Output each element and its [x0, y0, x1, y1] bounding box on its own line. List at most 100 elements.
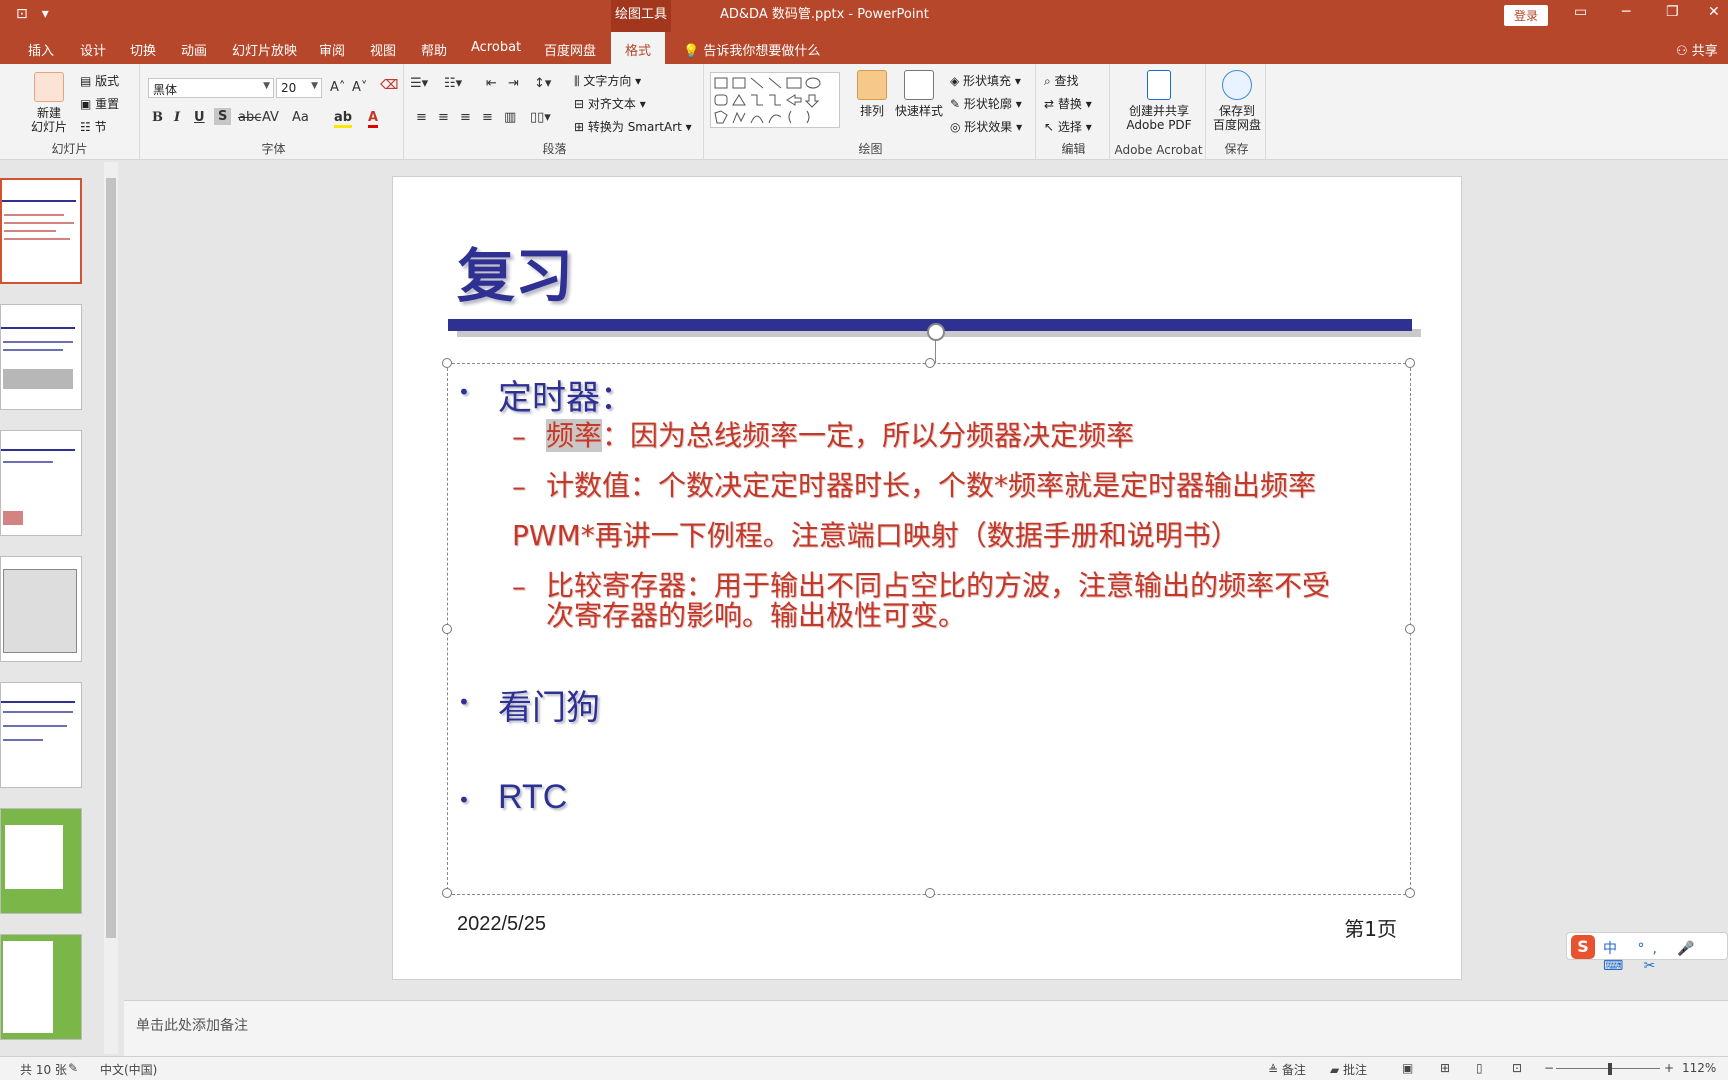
slide-title[interactable]: 复习 [457, 229, 573, 313]
distributed-icon[interactable]: ▥ [504, 110, 516, 125]
share-button[interactable]: ⚇ 共享 [1676, 40, 1718, 59]
tab-acrobat[interactable]: Acrobat [471, 40, 521, 55]
tab-review[interactable]: 审阅 [319, 40, 345, 59]
strikethrough-icon[interactable]: abc [238, 110, 261, 125]
align-center-icon[interactable]: ≡ [438, 110, 449, 125]
new-slide-button[interactable]: 新建 幻灯片 [22, 72, 76, 134]
tab-view[interactable]: 视图 [370, 40, 396, 59]
resize-handle-l[interactable] [442, 624, 452, 634]
tab-design[interactable]: 设计 [80, 40, 106, 59]
align-text-button[interactable]: ⊟ 对齐文本 ▾ [574, 95, 646, 112]
align-right-icon[interactable]: ≡ [460, 110, 471, 125]
slideshow-view-icon[interactable]: ⊡ [1512, 1061, 1522, 1075]
zoom-slider-thumb[interactable] [1608, 1063, 1612, 1075]
slide-thumbnail-7[interactable] [0, 934, 82, 1040]
clear-formatting-icon[interactable]: ⌫ [380, 78, 398, 93]
change-case-icon[interactable]: Aa [292, 110, 309, 125]
notes-toggle[interactable]: ≜ 备注 [1268, 1061, 1306, 1078]
normal-view-icon[interactable]: ▣ [1402, 1061, 1413, 1075]
increase-font-icon[interactable]: A˄ [330, 80, 345, 95]
zoom-in-icon[interactable]: + [1664, 1061, 1674, 1075]
tab-insert[interactable]: 插入 [28, 40, 54, 59]
text-shadow-icon[interactable]: S [214, 108, 232, 125]
italic-icon[interactable]: I [174, 110, 180, 125]
tab-baidu[interactable]: 百度网盘 [544, 40, 596, 59]
shape-outline-button[interactable]: ✎ 形状轮廓 ▾ [950, 95, 1022, 112]
slide-thumbnail-3[interactable] [0, 430, 82, 536]
underline-icon[interactable]: U [194, 110, 205, 125]
numbering-icon[interactable]: ☷▾ [444, 76, 462, 91]
slide-page-number[interactable]: 第1页 [1344, 913, 1397, 942]
decrease-font-icon[interactable]: A˅ [352, 80, 367, 95]
slide-date[interactable]: 2022/5/25 [457, 913, 546, 936]
increase-indent-icon[interactable]: ⇥ [508, 76, 519, 91]
language-indicator[interactable]: 中文(中国) [100, 1061, 157, 1078]
quick-styles-button[interactable]: 快速样式 [892, 70, 946, 118]
select-button[interactable]: ↖ 选择 ▾ [1044, 118, 1092, 135]
decrease-indent-icon[interactable]: ⇤ [486, 76, 497, 91]
justify-icon[interactable]: ≡ [482, 110, 493, 125]
resize-handle-t[interactable] [925, 358, 935, 368]
slideshow-from-start-icon[interactable]: ⊡ [16, 6, 28, 22]
scrollbar-thumb[interactable] [106, 178, 116, 938]
slide-thumbnail-5[interactable] [0, 682, 82, 788]
sogou-logo-icon[interactable]: S [1571, 935, 1595, 959]
ime-toolbar[interactable]: S 中 °, 🎤 ⌨ ✂ [1566, 932, 1728, 974]
bold-icon[interactable]: B [152, 110, 163, 125]
minimize-icon[interactable]: ─ [1622, 4, 1630, 20]
highlight-icon[interactable]: ab [334, 110, 353, 128]
slide-sorter-icon[interactable]: ⊞ [1440, 1061, 1450, 1075]
font-size-combo[interactable]: 20 ▼ [276, 78, 322, 98]
resize-handle-r[interactable] [1405, 624, 1415, 634]
customize-qat-icon[interactable]: ▾ [42, 6, 49, 22]
slide-thumbnail-6[interactable] [0, 808, 82, 914]
tab-help[interactable]: 帮助 [421, 40, 447, 59]
font-family-combo[interactable]: 黑体 ▼ [148, 78, 274, 98]
resize-handle-tr[interactable] [1405, 358, 1415, 368]
resize-handle-tl[interactable] [442, 358, 452, 368]
content-textbox[interactable]: • 定时器： – 频率：因为总线频率一定，所以分频器决定频率 – 计数值：个数决… [442, 358, 1415, 898]
restore-icon[interactable]: ❐ [1666, 4, 1679, 20]
tab-animations[interactable]: 动画 [181, 40, 207, 59]
tab-format[interactable]: 格式 [611, 32, 666, 64]
line-spacing-icon[interactable]: ↕▾ [534, 76, 551, 91]
text-direction-button[interactable]: ⫼ 文字方向 ▾ [574, 72, 641, 89]
thumbnail-scrollbar[interactable] [104, 162, 118, 1054]
shapes-gallery[interactable] [710, 72, 840, 128]
shape-effects-button[interactable]: ◎ 形状效果 ▾ [950, 118, 1022, 135]
spellcheck-icon[interactable]: ✎ [68, 1061, 78, 1075]
reading-view-icon[interactable]: ▯ [1476, 1061, 1483, 1075]
bullets-icon[interactable]: ☰▾ [410, 76, 428, 91]
resize-handle-br[interactable] [1405, 888, 1415, 898]
character-spacing-icon[interactable]: AV [262, 110, 279, 125]
tab-transitions[interactable]: 切换 [130, 40, 156, 59]
section-button[interactable]: ☷ 节 [80, 118, 107, 135]
slide-thumbnail-2[interactable] [0, 304, 82, 410]
rotate-handle-icon[interactable] [927, 323, 945, 341]
smartart-button[interactable]: ⊞ 转换为 SmartArt ▾ [574, 118, 692, 135]
replace-button[interactable]: ⇄ 替换 ▾ [1044, 95, 1092, 112]
align-left-icon[interactable]: ≡ [416, 110, 427, 125]
ime-options[interactable]: 中 °, 🎤 ⌨ ✂ [1603, 938, 1727, 974]
arrange-button[interactable]: 排列 [852, 70, 892, 118]
ribbon-display-options-icon[interactable]: ▭ [1574, 4, 1587, 20]
close-icon[interactable]: ✕ [1708, 4, 1720, 20]
resize-handle-b[interactable] [925, 888, 935, 898]
create-share-pdf-button[interactable]: 创建并共享 Adobe PDF [1116, 70, 1202, 132]
layout-button[interactable]: ▤ 版式 [80, 72, 119, 89]
columns-icon[interactable]: ▯▯▾ [530, 110, 551, 125]
shape-fill-button[interactable]: ◈ 形状填充 ▾ [950, 72, 1021, 89]
zoom-out-icon[interactable]: − [1544, 1061, 1554, 1075]
slide-thumbnail-4[interactable] [0, 556, 82, 662]
slide-thumbnail-1[interactable] [0, 178, 82, 284]
zoom-level[interactable]: 112% [1682, 1061, 1716, 1075]
notes-pane[interactable]: 单击此处添加备注 [124, 1000, 1728, 1056]
reset-button[interactable]: ▣ 重置 [80, 95, 119, 112]
tell-me-search[interactable]: 💡 告诉我你想要做什么 [683, 40, 820, 59]
tab-slideshow[interactable]: 幻灯片放映 [232, 40, 297, 59]
find-button[interactable]: ⌕ 查找 [1044, 72, 1079, 89]
slide-canvas[interactable]: 复习 • 定时器： – 频率：因为总线频率一定，所以分频器决定频率 – 计数值：… [392, 176, 1462, 980]
save-to-baidu-button[interactable]: 保存到 百度网盘 [1210, 70, 1264, 132]
font-color-icon[interactable]: A [368, 110, 379, 128]
resize-handle-bl[interactable] [442, 888, 452, 898]
